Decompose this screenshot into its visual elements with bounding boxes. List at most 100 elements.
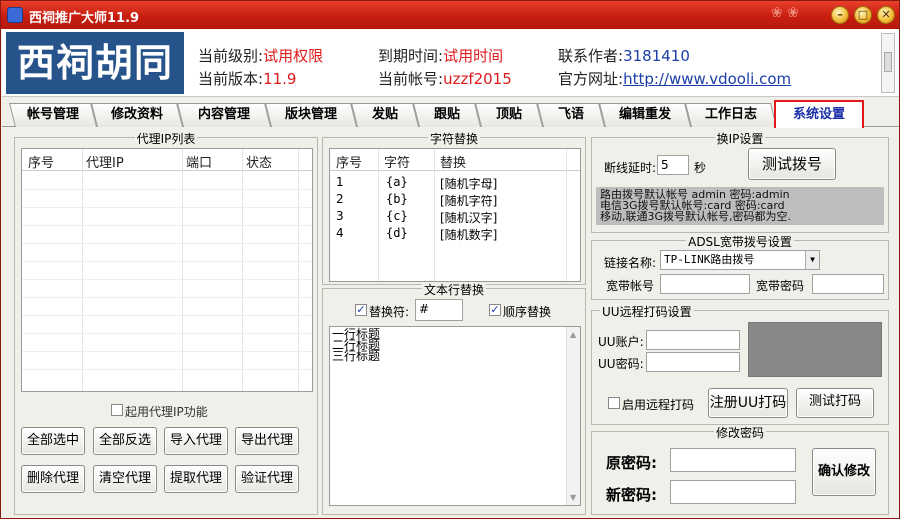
replace-col-rep[interactable]: 替换 xyxy=(440,152,466,171)
new-password-label: 新密码: xyxy=(606,486,657,504)
decoration-icon: ❀ ❀ xyxy=(771,5,799,21)
adsl-account-label: 宽带帐号 xyxy=(606,279,655,293)
test-uu-button[interactable]: 测试打码 xyxy=(796,388,874,418)
ipchange-title: 换IP设置 xyxy=(714,132,766,146)
textline-title: 文本行替换 xyxy=(421,283,486,297)
main-window: 西祠推广大师11.9 ❀ ❀ – □ ✕ 西祠胡同 当前级别:试用权限 当前版本… xyxy=(0,0,900,519)
char-replace-list[interactable]: 序号 字符 替换 1 {a} [随机字母] 2 {b} [随机字符] 3 {c}… xyxy=(329,148,581,282)
minimize-button[interactable]: – xyxy=(831,6,849,24)
account-info: 当前帐号:uzzf2015 xyxy=(378,70,512,88)
header: 西祠胡同 当前级别:试用权限 当前版本:11.9 到期时间:试用时间 当前帐号:… xyxy=(2,29,899,97)
dial-info: 路由拨号默认帐号 admin 密码:admin 电信3G拨号默认帐号:card … xyxy=(596,187,884,225)
tab-content[interactable]: 内容管理 xyxy=(177,103,271,127)
replace-col-char[interactable]: 字符 xyxy=(384,152,410,171)
confirm-password-button[interactable]: 确认修改 xyxy=(812,448,876,496)
uu-password-label: UU密码: xyxy=(598,357,644,371)
contact-info: 联系作者:3181410 xyxy=(558,47,690,65)
select-all-button[interactable]: 全部选中 xyxy=(21,427,85,455)
uu-group: UU远程打码设置 UU账户: UU密码: 启用远程打码 注册UU打码 测试打码 xyxy=(591,305,889,425)
replace-row-4[interactable]: 4 {d} [随机数字] xyxy=(330,225,566,242)
tab-bump[interactable]: 顶贴 xyxy=(475,103,543,127)
tab-bar: 帐号管理 修改资料 内容管理 版块管理 发贴 跟贴 顶贴 飞语 编辑重发 工作日… xyxy=(2,97,899,128)
char-replace-group: 字符替换 序号 字符 替换 1 {a} [随机字母] 2 {b} [随机字符] … xyxy=(322,132,586,285)
import-proxy-button[interactable]: 导入代理 xyxy=(164,427,228,455)
replace-col-no[interactable]: 序号 xyxy=(336,152,362,171)
textline-group: 文本行替换 ✓ 替换符: # ✓ 顺序替换 一行标题 二行标题 三行标题 ▲ ▼ xyxy=(322,283,586,515)
old-password-input[interactable] xyxy=(670,448,796,472)
replace-symbol-checkbox[interactable]: ✓ xyxy=(355,304,367,316)
adsl-password-input[interactable] xyxy=(812,274,884,294)
char-replace-title: 字符替换 xyxy=(427,132,480,146)
tab-follow[interactable]: 跟贴 xyxy=(413,103,481,127)
version-info: 当前版本:11.9 xyxy=(198,70,297,88)
tab-worklog[interactable]: 工作日志 xyxy=(685,103,777,127)
chevron-down-icon[interactable]: ▼ xyxy=(805,251,819,269)
delay-label: 断线延时: xyxy=(604,161,657,175)
captcha-preview xyxy=(748,322,882,377)
close-button[interactable]: ✕ xyxy=(877,6,895,24)
proxy-list[interactable]: 序号 代理IP 端口 状态 xyxy=(21,148,313,392)
textline-textarea[interactable]: 一行标题 二行标题 三行标题 ▲ ▼ xyxy=(329,326,581,506)
replace-row-3[interactable]: 3 {c} [随机汉字] xyxy=(330,208,566,225)
link-name-label: 链接名称: xyxy=(604,256,657,270)
level-info: 当前级别:试用权限 xyxy=(198,47,324,65)
header-scrollbar[interactable] xyxy=(881,33,895,93)
tab-flymsg[interactable]: 飞语 xyxy=(537,103,605,127)
adsl-title: ADSL宽带拨号设置 xyxy=(686,235,794,249)
text-line-3: 三行标题 xyxy=(332,349,381,363)
tab-board[interactable]: 版块管理 xyxy=(265,103,357,127)
adsl-group: ADSL宽带拨号设置 链接名称: TP-LINK路由拨号 ▼ 宽带帐号 宽带密码 xyxy=(591,235,889,300)
char-replace-header: 序号 字符 替换 xyxy=(330,149,580,171)
site-info: 官方网址:http://www.vdooli.com xyxy=(558,70,792,88)
tab-repost[interactable]: 编辑重发 xyxy=(599,103,691,127)
enable-proxy-checkbox[interactable] xyxy=(111,404,123,416)
replace-row-1[interactable]: 1 {a} [随机字母] xyxy=(330,174,566,191)
proxy-col-no[interactable]: 序号 xyxy=(28,152,54,171)
tab-post[interactable]: 发贴 xyxy=(351,103,419,127)
tab-settings[interactable]: 系统设置 xyxy=(774,100,864,128)
verify-proxy-button[interactable]: 验证代理 xyxy=(235,465,299,493)
contact-qq[interactable]: 3181410 xyxy=(623,47,690,65)
textarea-scrollbar[interactable]: ▲ ▼ xyxy=(566,327,580,505)
site-link[interactable]: http://www.vdooli.com xyxy=(623,70,791,88)
tab-account[interactable]: 帐号管理 xyxy=(9,103,97,127)
delete-proxy-button[interactable]: 删除代理 xyxy=(21,465,85,493)
replace-symbol-label: 替换符: xyxy=(369,305,410,319)
expire-info: 到期时间:试用时间 xyxy=(378,47,504,65)
register-uu-button[interactable]: 注册UU打码 xyxy=(708,388,788,418)
ipchange-group: 换IP设置 断线延时: 5 秒 测试拨号 路由拨号默认帐号 admin 密码:a… xyxy=(591,132,889,233)
maximize-button[interactable]: □ xyxy=(854,6,872,24)
tab-profile[interactable]: 修改资料 xyxy=(91,103,183,127)
export-proxy-button[interactable]: 导出代理 xyxy=(235,427,299,455)
new-password-input[interactable] xyxy=(670,480,796,504)
adsl-password-label: 宽带密码 xyxy=(756,279,805,293)
test-dial-button[interactable]: 测试拨号 xyxy=(748,148,836,180)
app-icon xyxy=(7,7,23,23)
window-title: 西祠推广大师11.9 xyxy=(29,11,140,26)
invert-select-button[interactable]: 全部反选 xyxy=(93,427,157,455)
proxy-group: 代理IP列表 序号 代理IP 端口 状态 起用代理IP功能 全部选中 全部反选 … xyxy=(14,132,318,515)
proxy-title: 代理IP列表 xyxy=(134,132,198,146)
order-replace-label: 顺序替换 xyxy=(503,305,552,319)
replace-symbol-input[interactable]: # xyxy=(415,299,463,321)
proxy-col-ip[interactable]: 代理IP xyxy=(86,152,124,171)
replace-row-2[interactable]: 2 {b} [随机字符] xyxy=(330,191,566,208)
uu-account-input[interactable] xyxy=(646,330,740,350)
uu-account-label: UU账户: xyxy=(598,335,644,349)
clear-proxy-button[interactable]: 清空代理 xyxy=(93,465,157,493)
enable-uu-checkbox[interactable] xyxy=(608,397,620,409)
uu-title: UU远程打码设置 xyxy=(600,305,694,319)
extract-proxy-button[interactable]: 提取代理 xyxy=(164,465,228,493)
proxy-col-status[interactable]: 状态 xyxy=(246,152,272,171)
logo: 西祠胡同 xyxy=(6,32,184,94)
proxy-list-header: 序号 代理IP 端口 状态 xyxy=(22,149,312,171)
order-replace-checkbox[interactable]: ✓ xyxy=(489,304,501,316)
adsl-account-input[interactable] xyxy=(660,274,750,294)
proxy-col-port[interactable]: 端口 xyxy=(186,152,212,171)
delay-unit: 秒 xyxy=(694,161,707,175)
uu-password-input[interactable] xyxy=(646,352,740,372)
enable-uu-label: 启用远程打码 xyxy=(622,398,695,412)
link-name-select[interactable]: TP-LINK路由拨号 ▼ xyxy=(660,250,820,270)
delay-input[interactable]: 5 xyxy=(657,155,689,175)
old-password-label: 原密码: xyxy=(606,454,657,472)
